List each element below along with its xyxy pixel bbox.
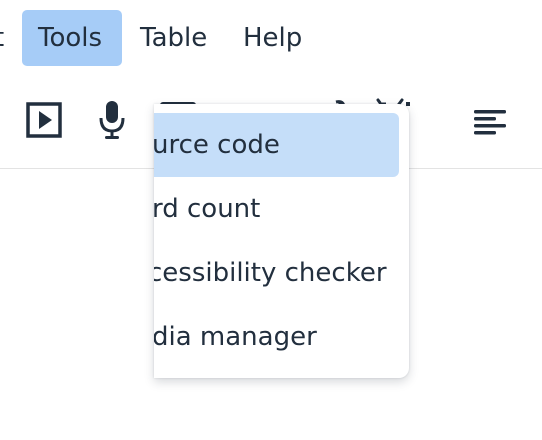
align-left-icon	[474, 110, 506, 135]
menu-item-partial[interactable]: t	[0, 10, 4, 66]
menubar: t Tools Table Help	[0, 0, 542, 80]
media-play-icon	[26, 102, 62, 138]
menu-tools[interactable]: Tools	[22, 10, 122, 66]
menu-item-accessibility-checker[interactable]: cessibility checker	[154, 241, 409, 305]
voice-button[interactable]	[92, 96, 132, 144]
menu-table[interactable]: Table	[124, 10, 223, 66]
menu-item-word-count[interactable]: rd count	[154, 177, 399, 241]
menu-item-label: rd count	[154, 194, 261, 224]
menu-help[interactable]: Help	[227, 10, 318, 66]
menu-item-label: urce code	[154, 130, 280, 160]
menu-item-media-manager[interactable]: dia manager	[154, 305, 399, 369]
align-left-button[interactable]	[468, 100, 512, 144]
menu-item-source-code[interactable]: urce code	[154, 113, 399, 177]
tools-dropdown-menu: urce code rd count cessibility checker d…	[154, 104, 409, 378]
media-play-button[interactable]	[22, 98, 66, 142]
menu-item-label: cessibility checker	[154, 258, 387, 288]
microphone-icon	[99, 101, 125, 139]
menu-item-label: dia manager	[154, 322, 317, 352]
